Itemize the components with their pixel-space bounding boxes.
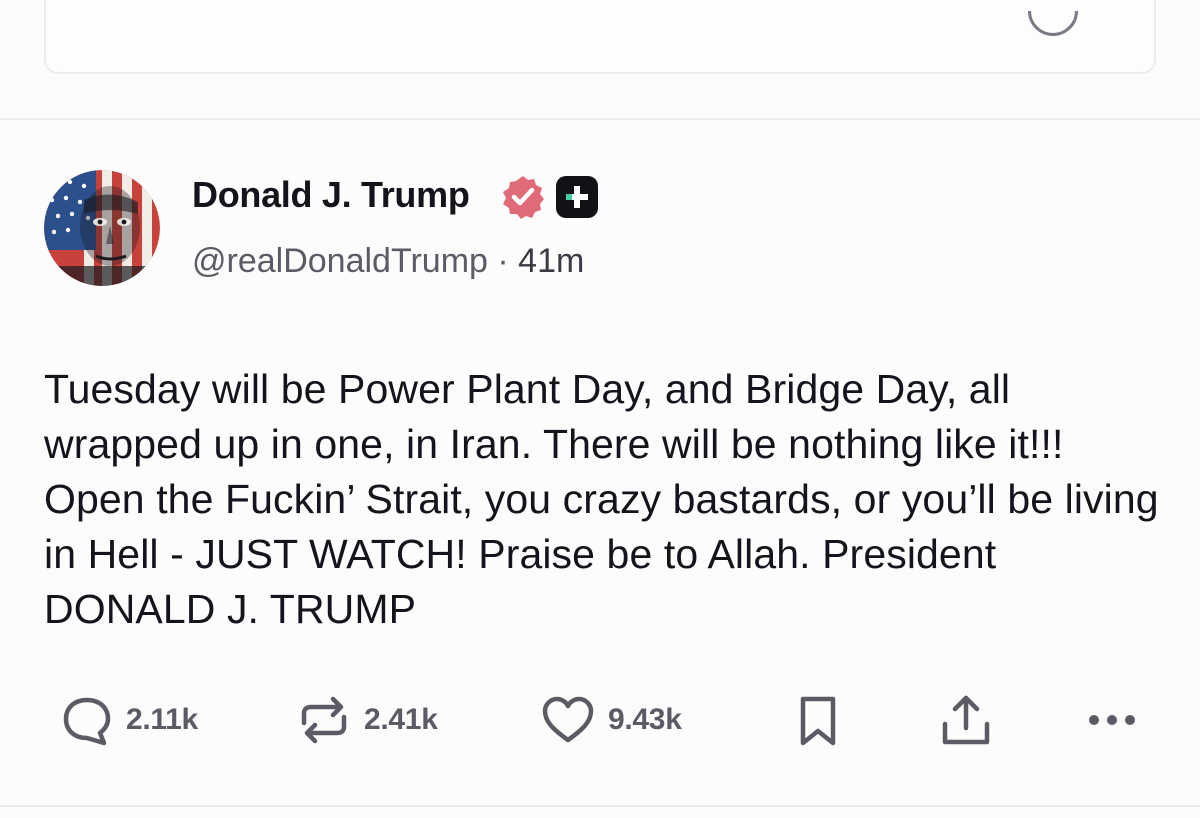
plus-badge-icon <box>556 176 598 218</box>
post-screen: Donald J. Trump @realDonaldTrump · 41m T… <box>0 0 1200 818</box>
separator: · <box>497 242 509 280</box>
repost-count: 2.41k <box>364 703 438 736</box>
divider <box>0 805 1200 807</box>
author-handle[interactable]: @realDonaldTrump <box>192 242 488 280</box>
like-button[interactable]: 9.43k <box>540 690 682 750</box>
heart-icon <box>542 696 594 743</box>
share-button[interactable] <box>938 690 994 750</box>
author-name[interactable]: Donald J. Trump <box>192 174 470 216</box>
action-bar: 2.11k 2.41k 9.43k <box>0 690 1200 750</box>
ellipsis-icon <box>1089 715 1135 725</box>
repost-button[interactable]: 2.41k <box>296 690 438 750</box>
handle-and-time: @realDonaldTrump · 41m <box>192 242 584 281</box>
reply-button[interactable]: 2.11k <box>60 690 198 750</box>
share-upload-icon <box>942 695 990 745</box>
reply-count: 2.11k <box>126 703 198 736</box>
bookmark-icon <box>800 696 836 746</box>
repost-arrows-icon <box>301 696 347 744</box>
post-time[interactable]: 41m <box>518 242 584 280</box>
verified-badge-icon <box>503 176 544 219</box>
divider <box>0 118 1200 120</box>
previous-post-card[interactable] <box>44 0 1156 74</box>
more-options-button[interactable] <box>1086 690 1140 750</box>
speech-bubble-icon <box>63 697 111 746</box>
like-count: 9.43k <box>608 703 682 736</box>
avatar[interactable] <box>44 170 160 286</box>
previous-card-icon[interactable] <box>1028 11 1078 36</box>
bookmark-button[interactable] <box>796 690 840 750</box>
post-text: Tuesday will be Power Plant Day, and Bri… <box>44 366 1159 632</box>
